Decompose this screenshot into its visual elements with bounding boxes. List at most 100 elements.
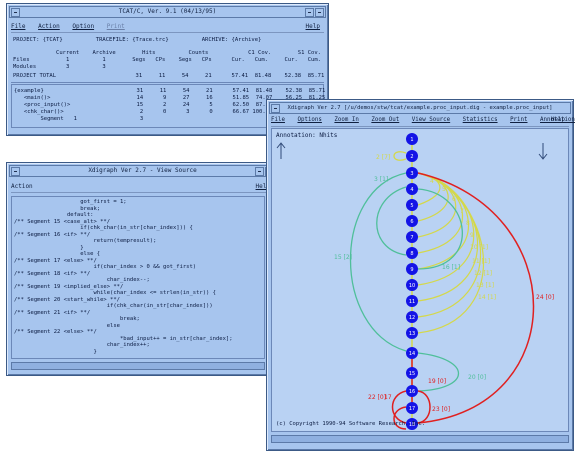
source-line: } bbox=[14, 348, 97, 355]
menu-help[interactable]: Help bbox=[306, 21, 320, 32]
node[interactable]: 15 bbox=[406, 367, 418, 379]
svg-text:16: 16 bbox=[409, 389, 415, 395]
graph-titlebar[interactable]: Xdigraph Ver 2.7 [/u/demos/stw/tcat/exam… bbox=[269, 102, 571, 114]
svg-text:13: 13 bbox=[409, 331, 415, 337]
edge-label: 4 bbox=[430, 178, 434, 185]
menu-options[interactable]: Options bbox=[297, 117, 321, 123]
menu-action[interactable]: Action bbox=[38, 23, 60, 30]
scroll-down-icon[interactable] bbox=[538, 143, 548, 160]
list-item[interactable]: {example} 31 11 54 21 57.41 81.48 52.38 … bbox=[14, 88, 325, 95]
edge-label: 19 [0] bbox=[428, 378, 446, 385]
svg-text:3: 3 bbox=[410, 171, 413, 177]
node[interactable]: 4 bbox=[406, 183, 418, 195]
menu-view-source[interactable]: View Source bbox=[412, 117, 450, 123]
edge-label: 2 [7] bbox=[376, 154, 390, 161]
svg-text:9: 9 bbox=[410, 267, 413, 273]
menu-print[interactable]: Print bbox=[107, 23, 125, 30]
menu-file[interactable]: File bbox=[271, 117, 285, 123]
node[interactable]: 16 bbox=[406, 385, 418, 397]
menu-statistics[interactable]: Statistics bbox=[463, 117, 498, 123]
edge-label: 9 bbox=[470, 232, 474, 239]
tcat-header-2: Files 1 1 Segs CPs Segs CPs Cur. Cum. Cu… bbox=[13, 57, 321, 63]
source-menubar: Action Help bbox=[11, 181, 274, 193]
node[interactable]: 10 bbox=[406, 279, 418, 291]
svg-text:1: 1 bbox=[410, 137, 413, 143]
menu-file[interactable]: File bbox=[11, 23, 25, 30]
edge-label: 11 [1] bbox=[472, 258, 490, 265]
svg-text:5: 5 bbox=[410, 203, 413, 209]
svg-text:12: 12 bbox=[409, 315, 415, 321]
svg-text:8: 8 bbox=[410, 251, 413, 257]
source-horizontal-scrollbar[interactable] bbox=[11, 362, 265, 370]
node[interactable]: 2 bbox=[406, 150, 418, 162]
edge-label: 15 [2] bbox=[334, 254, 352, 261]
node[interactable]: 1 bbox=[406, 133, 418, 145]
menu-help[interactable]: Help bbox=[551, 115, 565, 126]
edge-label: 7 bbox=[460, 208, 464, 215]
node[interactable]: 14 bbox=[406, 347, 418, 359]
source-window: Xdigraph Ver 2.7 - View Source Action He… bbox=[6, 162, 279, 376]
menu-zoom-in[interactable]: Zoom In bbox=[334, 117, 358, 123]
scroll-up-icon[interactable] bbox=[276, 142, 286, 159]
node[interactable]: 17 bbox=[406, 402, 418, 414]
svg-text:2: 2 bbox=[410, 154, 413, 160]
edge-label: 23 [0] bbox=[432, 406, 450, 413]
tcat-header-1: Current Archive Hits Counts C1 Cov. S1 C… bbox=[13, 50, 321, 56]
list-item[interactable]: <proc_input()> 15 2 24 5 62.50 87.50 bbox=[14, 102, 272, 109]
tcat-info-line: PROJECT: {TCAT} TRACEFILE: {Trace.trc} A… bbox=[13, 37, 262, 43]
menu-option[interactable]: Option bbox=[72, 23, 94, 30]
edge-label: 8 bbox=[466, 220, 470, 227]
svg-text:11: 11 bbox=[409, 299, 415, 305]
edge-label: 17 bbox=[384, 394, 392, 401]
edge-label: 10 [1] bbox=[470, 244, 488, 251]
svg-text:17: 17 bbox=[409, 406, 415, 412]
node[interactable]: 6 bbox=[406, 215, 418, 227]
source-text-area[interactable]: got_first = 1; break; default: /** Segme… bbox=[11, 196, 265, 359]
edge-label: 13 [1] bbox=[476, 282, 494, 289]
svg-text:10: 10 bbox=[409, 283, 415, 289]
source-titlebar[interactable]: Xdigraph Ver 2.7 - View Source bbox=[9, 165, 276, 177]
minimize-icon[interactable] bbox=[255, 167, 264, 176]
edge bbox=[393, 151, 407, 161]
flow-graph: 2 [7] 3 [1] 4 5 6 7 8 9 10 [1] 11 [1] 12… bbox=[276, 133, 554, 430]
tcat-title: TCAT/C, Ver. 9.1 (04/13/95) bbox=[118, 8, 217, 15]
menu-action[interactable]: Action bbox=[11, 183, 33, 190]
node[interactable]: 11 bbox=[406, 295, 418, 307]
svg-text:7: 7 bbox=[410, 235, 413, 241]
edge-label: 14 [1] bbox=[478, 294, 496, 301]
svg-text:15: 15 bbox=[409, 371, 415, 377]
menu-print[interactable]: Print bbox=[510, 117, 527, 123]
edge-label: 12 [1] bbox=[474, 270, 492, 277]
node[interactable]: 3 bbox=[406, 167, 418, 179]
edge-label: 5 bbox=[442, 186, 446, 193]
svg-text:4: 4 bbox=[410, 187, 413, 193]
list-item[interactable]: <chk_char()> 2 0 3 0 66.67 100.00 bbox=[14, 109, 272, 116]
maximize-icon[interactable] bbox=[315, 8, 324, 17]
minimize-icon[interactable] bbox=[305, 8, 314, 17]
graph-title: Xdigraph Ver 2.7 [/u/demos/stw/tcat/exam… bbox=[287, 105, 553, 111]
list-item[interactable]: Segment 1 3 bbox=[14, 116, 143, 123]
edge-label: 16 [1] bbox=[442, 264, 460, 271]
node[interactable]: 7 bbox=[406, 231, 418, 243]
edge-label: 3 [1] bbox=[374, 176, 388, 183]
graph-window: Xdigraph Ver 2.7 [/u/demos/stw/tcat/exam… bbox=[266, 99, 575, 451]
source-title: Xdigraph Ver 2.7 - View Source bbox=[88, 167, 197, 174]
svg-text:6: 6 bbox=[410, 219, 413, 225]
node[interactable]: 12 bbox=[406, 311, 418, 323]
divider bbox=[11, 82, 324, 83]
svg-text:14: 14 bbox=[409, 351, 415, 357]
graph-menubar: File Options Zoom In Zoom Out View Sourc… bbox=[271, 115, 575, 127]
edge-label: 6 bbox=[452, 196, 456, 203]
tcat-header-3: Modules 3 3 bbox=[13, 64, 106, 70]
node[interactable]: 8 bbox=[406, 247, 418, 259]
tcat-titlebar[interactable]: TCAT/C, Ver. 9.1 (04/13/95) bbox=[9, 6, 326, 18]
edge-label: 24 [0] bbox=[536, 294, 554, 301]
graph-horizontal-scrollbar[interactable] bbox=[271, 435, 569, 443]
node[interactable]: 13 bbox=[406, 327, 418, 339]
node[interactable]: 5 bbox=[406, 199, 418, 211]
menu-zoom-out[interactable]: Zoom Out bbox=[371, 117, 399, 123]
node[interactable]: 9 bbox=[406, 263, 418, 275]
copyright-text: (c) Copyright 1990-94 Software Research,… bbox=[276, 421, 426, 427]
graph-canvas[interactable]: Annotation: Nhits 2 [7] 3 [1] 4 5 6 7 8 … bbox=[271, 128, 569, 432]
tcat-menubar: File Action Option Print Help bbox=[11, 21, 324, 33]
